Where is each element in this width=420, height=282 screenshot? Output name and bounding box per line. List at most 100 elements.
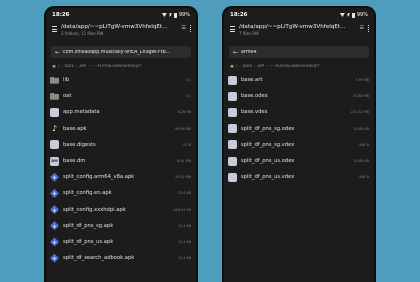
search-bar[interactable]: ← com.zhiliaoapp.musically-9nEA_Ln9gW-Ft… — [51, 46, 191, 58]
breadcrumb-segment[interactable]: DATA — [65, 64, 74, 68]
file-size: 99.98 MB — [174, 126, 191, 131]
file-name: lib — [63, 77, 70, 84]
status-icons: 99% — [339, 12, 368, 18]
breadcrumb-segment[interactable]: ~~PLITGW-VMW3VHFEIQET — [270, 64, 320, 68]
file-name: base.apk — [63, 125, 87, 132]
folder-summary: 7 files RW — [239, 31, 259, 36]
file-size: 53.88 MB — [352, 94, 369, 99]
folder-icon — [50, 76, 59, 84]
wifi-icon — [339, 13, 345, 17]
file-icon — [50, 140, 59, 150]
file-name: base.digests — [63, 141, 96, 148]
breadcrumb-segment[interactable]: ~~PLITGW-VMW3VHFEIQET — [92, 64, 142, 68]
file-row[interactable]: DM base.dm 6.41 MB — [46, 153, 196, 169]
breadcrumb-segment[interactable]: / — [236, 64, 237, 68]
file-size: 15.89 KB — [353, 126, 369, 131]
back-arrow-icon[interactable]: ← — [233, 49, 238, 56]
filter-icon[interactable]: ☰ — [182, 25, 186, 31]
back-arrow-icon[interactable]: ← — [55, 49, 60, 56]
file-row[interactable]: ▲ split_df_pns_us.apk 12.4 KB — [46, 234, 196, 250]
folder-row[interactable]: lib (1) — [46, 72, 196, 88]
file-row[interactable]: ▲ split_df_pns_sg.apk 12.4 KB — [46, 218, 196, 234]
filter-icon[interactable]: ☰ — [360, 25, 364, 31]
breadcrumb-separator: › — [61, 64, 63, 68]
search-input[interactable]: arm64 — [241, 50, 257, 55]
menu-icon[interactable] — [230, 26, 235, 32]
file-name: split_config.en.apk — [63, 190, 112, 197]
toolbar: /data/app/~~pLiTgW-vmw3VhfeIqEt... 7 fil… — [224, 22, 374, 46]
status-icons: 99% — [161, 12, 190, 18]
file-size: 12.4 KB — [177, 223, 191, 228]
breadcrumb-separator: › — [239, 64, 241, 68]
file-list: lib (1) oat (1) app.metadata 8.26 KB ♪ base.apk… — [46, 72, 196, 266]
search-input[interactable]: com.zhiliaoapp.musically-9nEA_Ln9gW-Ftb.… — [63, 50, 170, 55]
wifi-icon — [161, 13, 167, 17]
file-size: 964 B — [359, 142, 369, 147]
file-name: split_config.xxxhdpi.apk — [63, 206, 126, 213]
file-name: app.metadata — [63, 109, 100, 116]
breadcrumb-segment[interactable]: / — [58, 64, 59, 68]
breadcrumb-segment[interactable]: APP — [257, 64, 264, 68]
file-icon — [228, 156, 237, 166]
file-row[interactable]: base.vdex 231.32 MB — [224, 104, 374, 120]
file-size: 12.6 KB — [177, 191, 191, 196]
breadcrumb-separator: › — [88, 64, 90, 68]
file-size: (1) — [186, 78, 191, 83]
status-bar: 18:26 99% — [224, 8, 374, 22]
file-size: 15.89 KB — [353, 159, 369, 164]
file-size: 8.26 KB — [177, 110, 191, 115]
tiktok-icon: ♪ — [51, 124, 58, 134]
file-name: oat — [63, 93, 72, 100]
file-size: 92 B — [183, 142, 191, 147]
file-name: base.odex — [241, 93, 268, 100]
menu-icon[interactable] — [52, 26, 57, 32]
more-options-icon[interactable] — [368, 25, 370, 32]
apk-icon: ▲ — [50, 253, 59, 263]
file-icon — [228, 172, 237, 182]
search-bar[interactable]: ← arm64 — [229, 46, 369, 58]
file-name: base.vdex — [241, 109, 268, 116]
apk-icon: ▲ — [50, 188, 59, 198]
file-row[interactable]: base.art 7.99 MB — [224, 72, 374, 88]
apk-icon: ▲ — [50, 172, 59, 182]
file-name: split_df_pns_sg.vdex — [241, 141, 295, 148]
file-row[interactable]: split_df_pns_sg.vdex 964 B — [224, 137, 374, 153]
file-name: split_df_pns_us.apk — [63, 238, 114, 245]
folder-icon — [50, 92, 59, 100]
more-options-icon[interactable] — [190, 25, 192, 32]
breadcrumb: / › DATA › APP › ~~PLITGW-VMW3VHFEIQET — [46, 61, 196, 71]
file-row[interactable]: split_df_pns_sg.odex 15.89 KB — [224, 121, 374, 137]
file-row[interactable]: ▲ split_config.en.apk 12.6 KB — [46, 185, 196, 201]
toolbar: /data/app/~~pLiTgW-vmw3VhfeIqEt... 2 fol… — [46, 22, 196, 46]
file-row[interactable]: ▲ split_config.xxxhdpi.apk 456.57 KB — [46, 202, 196, 218]
phone-screen-right: 18:26 99% /data/app/~~pLiTgW-vmw3VhfeIqE… — [222, 6, 376, 282]
file-name: base.dm — [63, 158, 86, 165]
file-row[interactable]: app.metadata 8.26 KB — [46, 104, 196, 120]
file-row[interactable]: ♪ base.apk 99.98 MB — [46, 121, 196, 137]
file-size: 12.4 KB — [177, 256, 191, 261]
file-list: base.art 7.99 MB base.odex 53.88 MB base.vde… — [224, 72, 374, 185]
breadcrumb-segment[interactable]: DATA — [243, 64, 252, 68]
file-row[interactable]: ▲ split_df_search_adbook.apk 12.4 KB — [46, 250, 196, 266]
file-row[interactable]: split_df_pns_us.vdex 964 B — [224, 169, 374, 185]
folder-row[interactable]: oat (1) — [46, 88, 196, 104]
breadcrumb-segment[interactable]: APP — [79, 64, 86, 68]
file-name: base.art — [241, 77, 263, 84]
breadcrumb-separator: › — [253, 64, 256, 68]
file-icon — [228, 91, 237, 101]
file-size: 456.57 KB — [173, 207, 192, 212]
current-path: /data/app/~~pLiTgW-vmw3VhfeIqEt... — [61, 24, 168, 30]
file-size: 12.4 KB — [177, 239, 191, 244]
file-name: split_df_pns_sg.apk — [63, 222, 114, 229]
file-size: 231.32 MB — [350, 110, 369, 115]
file-row[interactable]: ▲ split_config.arm64_v8a.apk 29.52 MB — [46, 169, 196, 185]
title-block: /data/app/~~pLiTgW-vmw3VhfeIqEt... 7 fil… — [239, 24, 356, 36]
file-row[interactable]: split_df_pns_us.odex 15.89 KB — [224, 153, 374, 169]
file-row[interactable]: base.odex 53.88 MB — [224, 88, 374, 104]
home-icon[interactable] — [52, 64, 56, 68]
home-icon[interactable] — [230, 64, 234, 68]
file-row[interactable]: base.digests 92 B — [46, 137, 196, 153]
breadcrumb-separator: › — [75, 64, 78, 68]
file-icon — [50, 107, 59, 117]
file-icon — [228, 124, 237, 134]
